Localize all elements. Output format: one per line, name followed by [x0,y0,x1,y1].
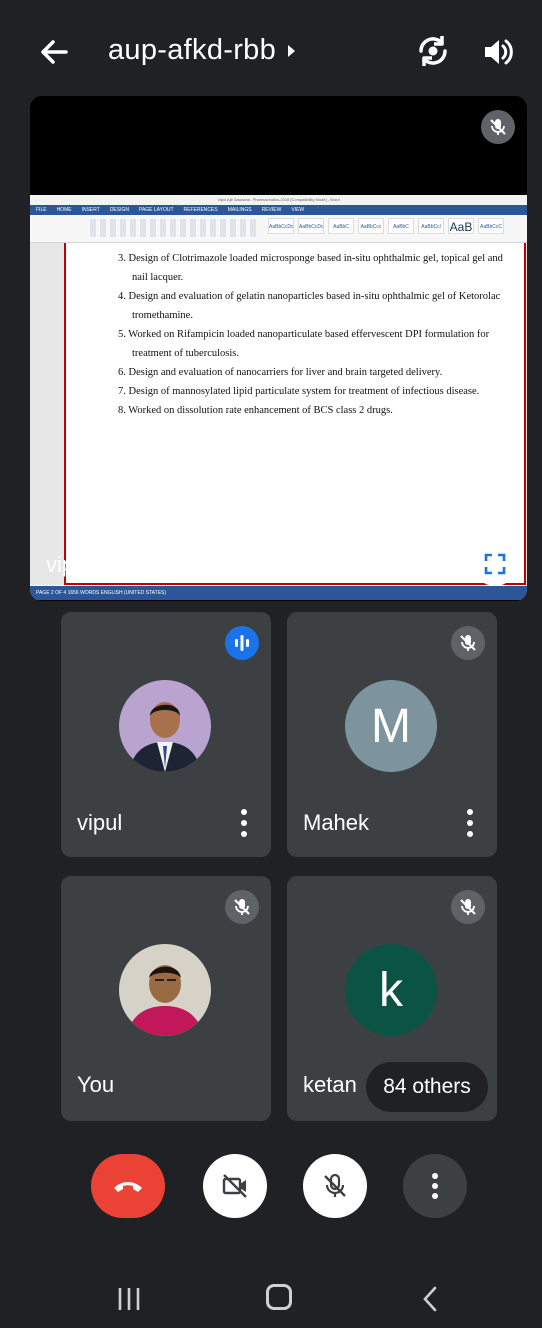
mic-off-button[interactable] [303,1154,367,1218]
ribbon-tab: DESIGN [109,207,129,213]
word-ribbon-tabs: FILE HOME INSERT DESIGN PAGE LAYOUT REFE… [30,205,527,215]
others-count-chip[interactable]: 84 others [366,1062,488,1112]
avatar-photo-vipul [119,680,211,772]
participant-name: vipul [77,810,123,835]
presenter-label: vipul is presenting [46,552,223,577]
more-vert-icon[interactable] [239,808,249,838]
back-arrow-icon[interactable] [36,34,72,70]
camera-off-icon [222,1174,247,1198]
participant-name: Mahek [303,810,370,835]
ribbon-tools [90,219,260,237]
document-item: 5. Worked on Rifampicin loaded nanoparti… [118,329,490,359]
ribbon-tab: FILE [36,207,47,213]
ribbon-styles: AaBbCcDc AaBbCcDc AaBbC AaBbCcc AaBbC Aa… [268,218,504,234]
more-options-button[interactable] [403,1154,467,1218]
style-preview: AaBbCcC [478,218,504,234]
recent-apps-icon[interactable] [117,1286,141,1312]
document-page-area: 3. Design of Clotrimazole loaded microsp… [30,243,527,585]
participant-tile-vipul[interactable]: vipul [61,612,271,857]
avatar-photo-you [119,944,211,1036]
ribbon-tab: INSERT [81,207,100,213]
participant-tile-you[interactable]: You [61,876,271,1121]
style-preview: AaBbCcl [418,218,444,234]
style-preview: AaBbCcDc [298,218,324,234]
mic-off-icon [324,1173,346,1197]
document-item: 3. Design of Clotrimazole loaded microsp… [118,253,503,283]
speaker-icon[interactable] [480,34,516,70]
muted-badge [451,890,485,924]
style-preview: AaBbC [328,218,354,234]
participant-name: You [77,1072,115,1097]
fullscreen-icon [484,553,506,575]
style-preview: AaBbCcc [358,218,384,234]
camera-off-button[interactable] [203,1154,267,1218]
avatar-letter-mahek: M [345,680,437,772]
presenter-muted-badge [481,110,515,144]
chevron-right-icon [288,45,296,58]
end-call-icon [114,1182,142,1192]
word-ribbon: AaBbCcDc AaBbCcDc AaBbC AaBbCcc AaBbC Aa… [30,215,527,243]
ribbon-tab: MAILINGS [227,207,252,213]
end-call-button[interactable] [91,1154,165,1218]
more-vert-icon [432,1173,438,1199]
mic-off-icon [460,635,476,651]
muted-badge [225,890,259,924]
document-page: 3. Design of Clotrimazole loaded microsp… [64,243,526,585]
style-preview: AaB [448,218,474,234]
presentation-tile[interactable]: Vipul Ajit Sawsane- Pharmaceutics-2018 [… [30,96,527,601]
muted-badge [451,626,485,660]
document-item: 4. Design and evaluation of gelatin nano… [118,291,501,321]
ribbon-tab: REFERENCES [183,207,218,213]
document-item: 6. Design and evaluation of nanocarriers… [118,367,443,378]
meeting-code: aup-afkd-rbb [108,34,277,66]
style-preview: AaBbC [388,218,414,234]
shared-word-document: Vipul Ajit Sawsane- Pharmaceutics-2018 [… [30,195,527,600]
ribbon-tab: VIEW [291,207,305,213]
meeting-code-title[interactable]: aup-afkd-rbb [108,34,296,67]
document-item-list: 3. Design of Clotrimazole loaded microsp… [118,249,518,420]
top-bar: aup-afkd-rbb [0,0,542,100]
word-window-title: Vipul Ajit Sawsane- Pharmaceutics-2018 [… [30,195,527,205]
participant-tile-mahek[interactable]: M Mahek [287,612,497,857]
switch-camera-icon[interactable] [414,32,452,70]
ribbon-tab: PAGE LAYOUT [138,207,174,213]
word-status-bar: PAGE 2 OF 4 1656 WORDS ENGLISH (UNITED S… [30,586,527,600]
system-nav-bar [0,1270,542,1328]
style-preview: AaBbCcDc [268,218,294,234]
ribbon-tab: HOME [56,207,72,213]
document-item: 7. Design of mannosylated lipid particul… [118,386,480,397]
mic-off-icon [234,899,250,915]
speaking-indicator [225,626,259,660]
audio-level-icon [235,635,249,651]
mic-off-icon [460,899,476,915]
fullscreen-button[interactable] [473,542,517,586]
home-icon[interactable] [266,1284,292,1310]
mic-off-icon [490,119,506,135]
nav-back-icon[interactable] [422,1286,438,1312]
participant-name: ketan [303,1072,357,1097]
more-vert-icon[interactable] [465,808,475,838]
ribbon-tab: REVIEW [261,207,282,213]
avatar-letter-ketan: k [345,944,437,1036]
document-item: 8. Worked on dissolution rate enhancemen… [118,405,393,416]
